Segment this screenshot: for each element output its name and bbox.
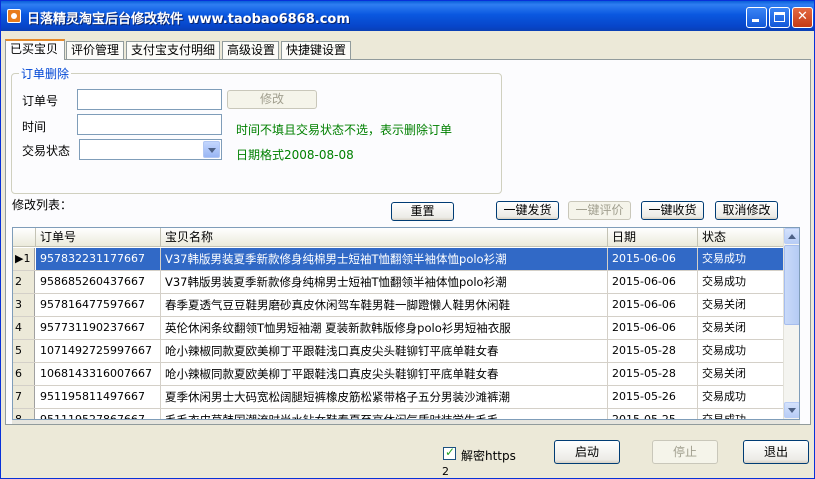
tab-alipay-details[interactable]: 支付宝支付明细: [126, 41, 220, 59]
column-header-order[interactable]: 订单号: [36, 228, 161, 247]
row-header[interactable]: 2: [13, 271, 35, 293]
row-header[interactable]: 4: [13, 317, 35, 339]
date-cell[interactable]: 2015-06-06: [608, 294, 698, 316]
delete-hint: 时间不填且交易状态不选，表示删除订单: [236, 123, 453, 137]
table-row[interactable]: 3 957816477597667 春季夏透气豆豆鞋男磨砂真皮休闲驾车鞋男鞋一脚…: [13, 294, 785, 317]
date-cell[interactable]: 2015-05-28: [608, 363, 698, 385]
tab-purchased[interactable]: 已买宝贝: [5, 39, 65, 60]
name-cell[interactable]: V37韩版男装夏季新款修身纯棉男士短袖T恤翻领半袖体恤polo衫潮: [161, 248, 608, 270]
column-header-status[interactable]: 状态: [698, 228, 785, 247]
row-header[interactable]: 3: [13, 294, 35, 316]
status-cell[interactable]: 交易成功: [698, 248, 785, 270]
order-cell[interactable]: 957832231177667: [36, 248, 161, 270]
column-header-name[interactable]: 宝贝名称: [161, 228, 608, 247]
time-input[interactable]: [77, 114, 222, 135]
status-cell[interactable]: 交易成功: [698, 386, 785, 408]
list-label: 修改列表：: [12, 198, 73, 212]
table-row[interactable]: 6 1068143316007667 呛小辣椒同款夏欧美柳丁平跟鞋浅口真皮尖头鞋…: [13, 363, 785, 386]
start-button[interactable]: 启动: [554, 440, 620, 464]
table-row[interactable]: ▶1 957832231177667 V37韩版男装夏季新款修身纯棉男士短袖T恤…: [13, 248, 785, 271]
title-bar[interactable]: 日落精灵淘宝后台修改软件 www.taobao6868.com ✕: [1, 1, 814, 31]
vertical-scrollbar[interactable]: [783, 228, 799, 419]
column-header-date[interactable]: 日期: [608, 228, 698, 247]
date-cell[interactable]: 2015-06-06: [608, 271, 698, 293]
order-delete-title: 订单删除: [19, 65, 72, 82]
status-cell[interactable]: 交易关闭: [698, 294, 785, 316]
status-cell[interactable]: 交易关闭: [698, 317, 785, 339]
scroll-thumb[interactable]: [784, 245, 799, 325]
decrypt-https-checkbox[interactable]: [443, 445, 456, 460]
minimize-button[interactable]: [746, 7, 767, 28]
date-cell[interactable]: 2015-06-06: [608, 248, 698, 270]
table-row[interactable]: 2 958685260437667 V37韩版男装夏季新款修身纯棉男士短袖T恤翻…: [13, 271, 785, 294]
name-cell[interactable]: 毛毛衣皮草韩国潮流时尚水钻女鞋春夏至高休闲气质时装学生毛毛: [161, 409, 608, 419]
name-cell[interactable]: 夏季休闲男士大码宽松阔腿短裤橡皮筋松紧带格子五分男装沙滩裤潮: [161, 386, 608, 408]
scroll-up-icon[interactable]: [784, 228, 799, 244]
date-cell[interactable]: 2015-05-28: [608, 340, 698, 362]
order-cell[interactable]: 957816477597667: [36, 294, 161, 316]
order-no-input[interactable]: [77, 89, 222, 110]
time-label: 时间: [22, 120, 47, 134]
date-format-hint: 日期格式2008-08-08: [236, 148, 354, 162]
cancel-edit-button[interactable]: 取消修改: [715, 201, 778, 220]
table-row[interactable]: 5 1071492725997667 呛小辣椒同款夏欧美柳丁平跟鞋浅口真皮尖头鞋…: [13, 340, 785, 363]
app-icon[interactable]: [7, 9, 21, 23]
ship-all-button[interactable]: 一键发货: [496, 201, 559, 220]
order-cell[interactable]: 1071492725997667: [36, 340, 161, 362]
order-cell[interactable]: 1068143316007667: [36, 363, 161, 385]
tab-advanced[interactable]: 高级设置: [222, 41, 279, 59]
status-cell[interactable]: 交易关闭: [698, 363, 785, 385]
order-cell[interactable]: 958685260437667: [36, 271, 161, 293]
receive-all-button[interactable]: 一键收货: [641, 201, 704, 220]
maximize-icon: [774, 12, 785, 22]
row-header[interactable]: 6: [13, 363, 35, 385]
counter-value: 2: [442, 465, 449, 478]
order-cell[interactable]: 957731190237667: [36, 317, 161, 339]
rate-all-button[interactable]: 一键评价: [568, 201, 631, 220]
order-table[interactable]: 订单号 宝贝名称 日期 状态 ▶1 957832231177667 V37韩版男…: [12, 227, 800, 420]
close-button[interactable]: ✕: [792, 7, 813, 28]
tab-reviews[interactable]: 评价管理: [66, 41, 124, 59]
order-cell[interactable]: 951195811497667: [36, 386, 161, 408]
date-cell[interactable]: 2015-05-25: [608, 409, 698, 419]
status-cell[interactable]: 交易成功: [698, 271, 785, 293]
exit-button[interactable]: 退出: [743, 440, 809, 464]
table-row[interactable]: 7 951195811497667 夏季休闲男士大码宽松阔腿短裤橡皮筋松紧带格子…: [13, 386, 785, 409]
horizontal-scrollbar[interactable]: [12, 420, 800, 424]
reset-button[interactable]: 重置: [391, 202, 454, 221]
order-no-label: 订单号: [22, 94, 59, 108]
status-label: 交易状态: [22, 144, 71, 158]
name-cell[interactable]: 春季夏透气豆豆鞋男磨砂真皮休闲驾车鞋男鞋一脚蹬懒人鞋男休闲鞋: [161, 294, 608, 316]
order-cell[interactable]: 951119527867667: [36, 409, 161, 419]
row-header[interactable]: 7: [13, 386, 35, 408]
table-row[interactable]: 4 957731190237667 英伦休闲条纹翻领T恤男短袖潮 夏装新款韩版修…: [13, 317, 785, 340]
scroll-down-icon[interactable]: [784, 402, 799, 418]
name-cell[interactable]: V37韩版男装夏季新款修身纯棉男士短袖T恤翻领半袖体恤polo衫潮: [161, 271, 608, 293]
table-header: 订单号 宝贝名称 日期 状态: [13, 228, 785, 247]
name-cell[interactable]: 呛小辣椒同款夏欧美柳丁平跟鞋浅口真皮尖头鞋铆钉平底单鞋女春: [161, 363, 608, 385]
decrypt-https-label[interactable]: 解密https: [461, 447, 516, 464]
main-window: 日落精灵淘宝后台修改软件 www.taobao6868.com ✕ 已买宝贝 评…: [0, 0, 815, 479]
chevron-down-icon[interactable]: [203, 141, 220, 158]
minimize-icon: [752, 19, 759, 22]
name-cell[interactable]: 英伦休闲条纹翻领T恤男短袖潮 夏装新款韩版修身polo衫男短袖衣服: [161, 317, 608, 339]
row-header[interactable]: 5: [13, 340, 35, 362]
maximize-button[interactable]: [769, 7, 790, 28]
date-cell[interactable]: 2015-06-06: [608, 317, 698, 339]
status-cell[interactable]: 交易成功: [698, 340, 785, 362]
name-cell[interactable]: 呛小辣椒同款夏欧美柳丁平跟鞋浅口真皮尖头鞋铆钉平底单鞋女春: [161, 340, 608, 362]
status-cell[interactable]: 交易成功: [698, 409, 785, 419]
tab-hotkeys[interactable]: 快捷键设置: [281, 41, 351, 59]
table-row[interactable]: 8 951119527867667 毛毛衣皮草韩国潮流时尚水钻女鞋春夏至高休闲气…: [13, 409, 785, 419]
row-header-corner: [13, 228, 36, 247]
row-header[interactable]: ▶1: [13, 248, 35, 270]
date-cell[interactable]: 2015-05-26: [608, 386, 698, 408]
window-title: 日落精灵淘宝后台修改软件 www.taobao6868.com: [27, 12, 350, 27]
row-header[interactable]: 8: [13, 409, 35, 419]
close-icon: ✕: [797, 9, 808, 24]
stop-button[interactable]: 停止: [652, 440, 718, 464]
status-select[interactable]: [79, 139, 222, 160]
modify-button[interactable]: 修改: [227, 90, 317, 109]
